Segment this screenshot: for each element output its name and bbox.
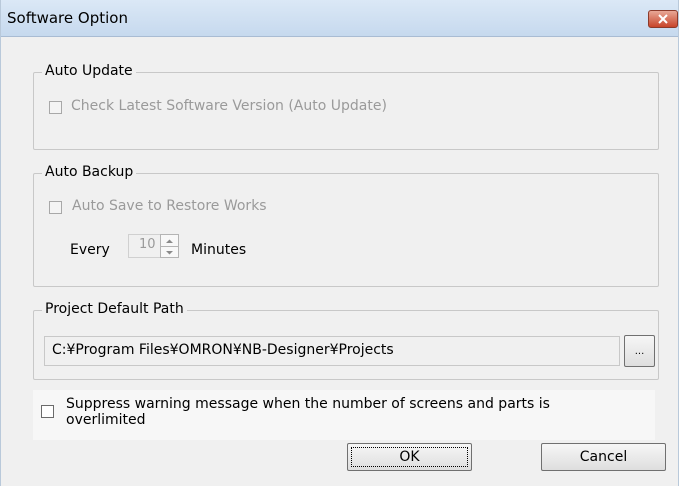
project-path-field[interactable]: C:¥Program Files¥OMRON¥NB-Designer¥Proje… xyxy=(44,336,620,366)
suppress-warning-label-line2: overlimited xyxy=(66,412,146,428)
cancel-label: Cancel xyxy=(579,449,628,465)
window-title: Software Option xyxy=(7,9,128,27)
software-option-dialog: Software Option Auto Update Check Latest… xyxy=(0,0,679,486)
browse-button[interactable]: ... xyxy=(624,335,655,367)
suppress-warning-label-line1: Suppress warning message when the number… xyxy=(66,396,550,412)
auto-save-checkbox[interactable] xyxy=(49,201,62,214)
interval-input[interactable]: 10 xyxy=(128,234,179,258)
auto-update-legend: Auto Update xyxy=(42,63,136,79)
minutes-label: Minutes xyxy=(191,242,247,258)
suppress-warning-row: Suppress warning message when the number… xyxy=(33,390,655,440)
auto-backup-legend: Auto Backup xyxy=(42,164,137,180)
project-path-value: C:¥Program Files¥OMRON¥NB-Designer¥Proje… xyxy=(52,342,394,358)
close-icon xyxy=(658,14,668,24)
arrow-down-icon xyxy=(166,251,173,255)
ok-label: OK xyxy=(399,449,420,465)
check-latest-version-label: Check Latest Software Version (Auto Upda… xyxy=(71,98,387,114)
cancel-button[interactable]: Cancel xyxy=(541,443,666,471)
browse-label: ... xyxy=(634,345,645,357)
spin-down-button[interactable] xyxy=(161,246,178,257)
suppress-warning-checkbox[interactable] xyxy=(41,405,54,418)
auto-save-label: Auto Save to Restore Works xyxy=(72,198,267,214)
title-bar[interactable]: Software Option xyxy=(1,0,678,37)
auto-update-group: Auto Update Check Latest Software Versio… xyxy=(33,63,659,150)
auto-backup-group: Auto Backup Auto Save to Restore Works E… xyxy=(33,164,659,287)
interval-spinner[interactable] xyxy=(160,234,179,258)
check-latest-version-checkbox[interactable] xyxy=(49,101,62,114)
ok-button[interactable]: OK xyxy=(347,443,472,471)
project-default-path-group: Project Default Path C:¥Program Files¥OM… xyxy=(33,301,659,380)
every-label: Every xyxy=(70,242,110,258)
project-default-path-legend: Project Default Path xyxy=(42,301,187,317)
close-button[interactable] xyxy=(648,10,678,28)
interval-value: 10 xyxy=(139,237,156,252)
